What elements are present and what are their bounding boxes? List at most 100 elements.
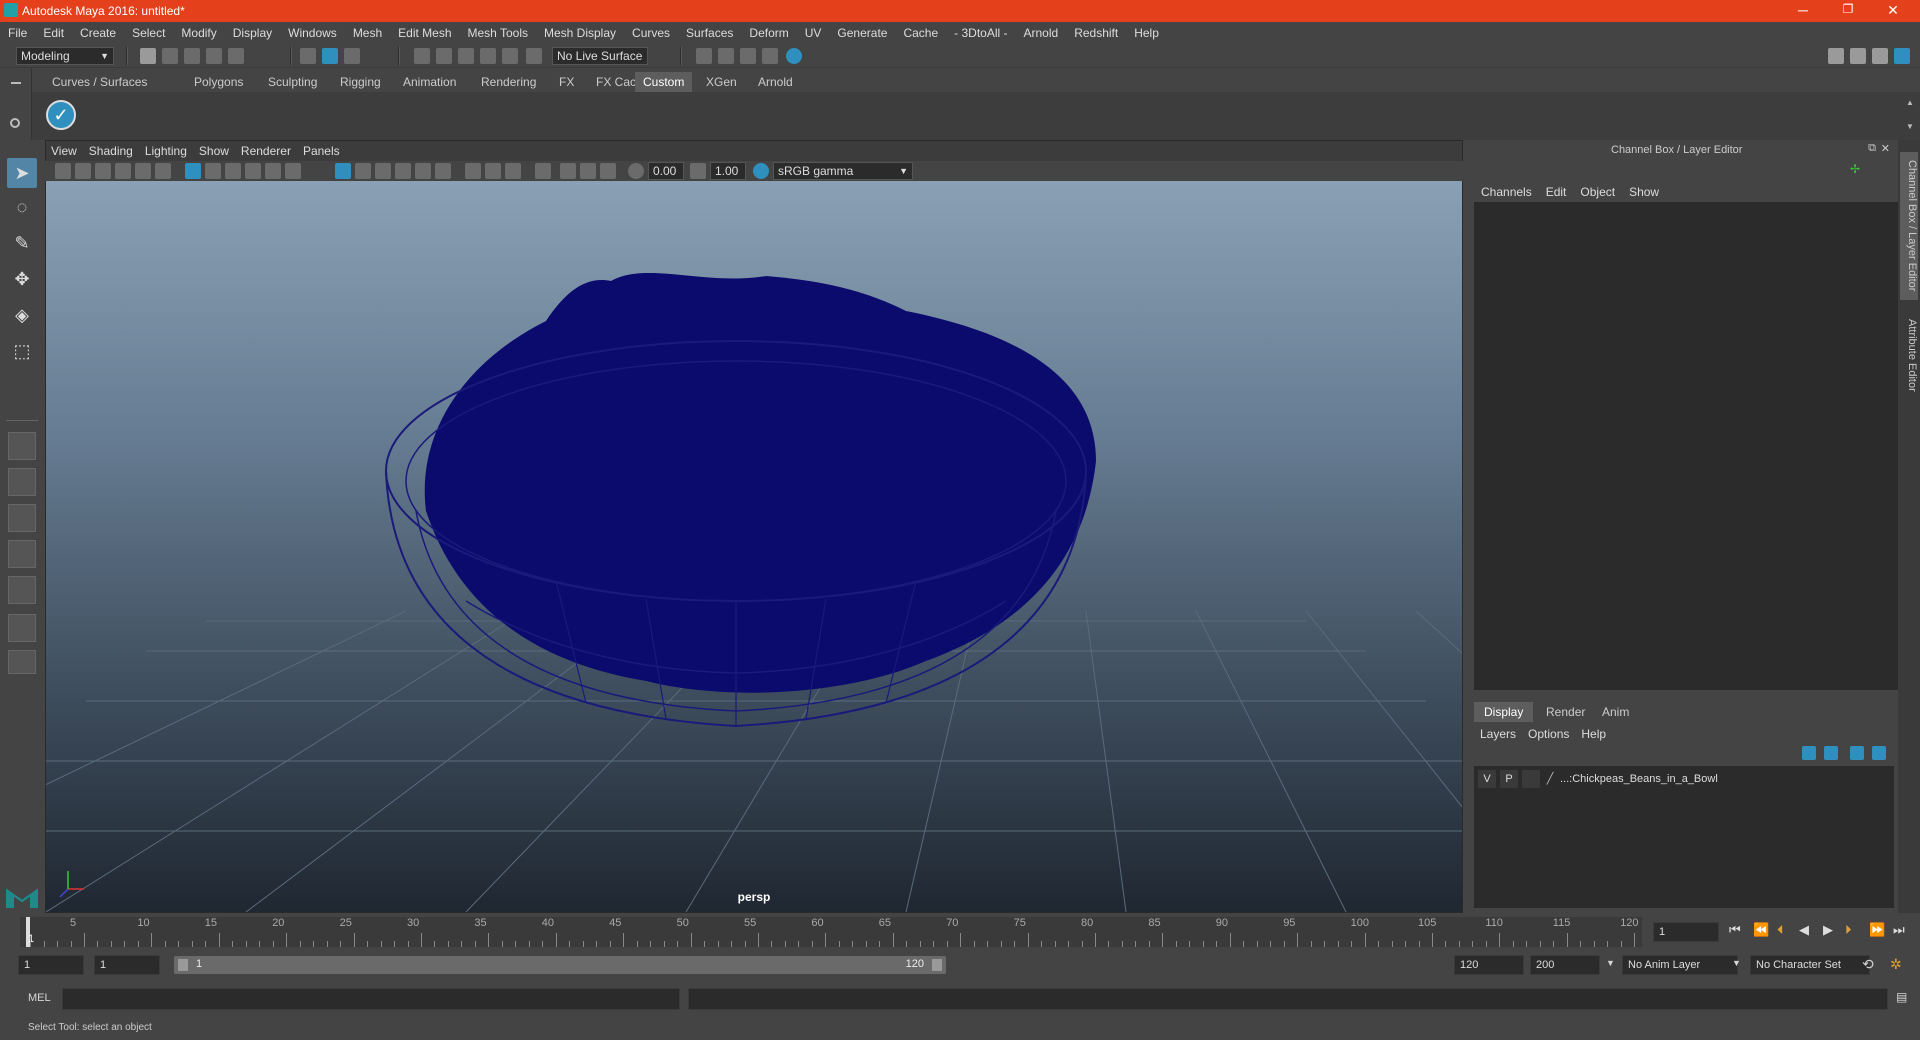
viewport-menu-renderer[interactable]: Renderer — [235, 141, 297, 161]
field-chart-icon[interactable] — [265, 163, 281, 179]
menu-curves[interactable]: Curves — [624, 22, 678, 44]
range-start-handle[interactable] — [178, 959, 188, 971]
screen-space-ao-icon[interactable] — [465, 163, 481, 179]
isolate-select-icon[interactable] — [535, 163, 551, 179]
animation-end-field[interactable]: 200 — [1530, 955, 1600, 975]
command-input[interactable] — [62, 988, 680, 1010]
move-layer-down-icon[interactable] — [1824, 746, 1838, 760]
menu-windows[interactable]: Windows — [280, 22, 345, 44]
scale-tool[interactable]: ⬚ — [7, 336, 37, 366]
layer-tab-display[interactable]: Display — [1474, 702, 1534, 722]
play-backward-icon[interactable]: ◀ — [1799, 922, 1809, 938]
lasso-tool[interactable]: ◌ — [7, 192, 37, 222]
new-scene-icon[interactable] — [140, 48, 156, 64]
cb-menu-channels[interactable]: Channels — [1474, 182, 1539, 202]
redo-icon[interactable] — [228, 48, 244, 64]
menu-deform[interactable]: Deform — [741, 22, 796, 44]
wireframe-icon[interactable] — [335, 163, 351, 179]
move-tool[interactable]: ✥ — [7, 264, 37, 294]
workspace-icon[interactable] — [1828, 48, 1844, 64]
gamma-field[interactable]: 1.00 — [710, 162, 746, 180]
shadows-icon[interactable] — [435, 163, 451, 179]
menu-create[interactable]: Create — [72, 22, 124, 44]
shelf-settings-icon[interactable] — [10, 118, 20, 128]
shelf-tab-rendering[interactable]: Rendering — [473, 72, 544, 92]
cb-menu-show[interactable]: Show — [1622, 182, 1666, 202]
live-surface-field[interactable]: No Live Surface — [552, 47, 648, 65]
viewport-menu-shading[interactable]: Shading — [83, 141, 139, 161]
2d-pan-zoom-icon[interactable] — [135, 163, 151, 179]
minimize-button[interactable]: ─ — [1783, 2, 1823, 20]
menu-mesh-tools[interactable]: Mesh Tools — [460, 22, 536, 44]
shelf-tab-xgen[interactable]: XGen — [698, 72, 745, 92]
layer-menu-layers[interactable]: Layers — [1474, 724, 1522, 744]
gate-mask-icon[interactable] — [245, 163, 261, 179]
play-forward-icon[interactable]: ▶ — [1823, 922, 1833, 938]
chevron-down-icon[interactable]: ▼ — [1732, 958, 1741, 968]
side-tab-attribute-editor[interactable]: Attribute Editor — [1900, 310, 1918, 400]
close-button[interactable]: ✕ — [1873, 2, 1913, 20]
menu-mesh-display[interactable]: Mesh Display — [536, 22, 624, 44]
channel-box-area[interactable] — [1474, 202, 1898, 690]
use-all-lights-icon[interactable] — [415, 163, 431, 179]
persp-outliner-layout-icon[interactable] — [8, 576, 36, 604]
shelf-scroll-up-icon[interactable]: ▲ — [1906, 98, 1914, 107]
shelf-tab-curves-surfaces[interactable]: Curves / Surfaces — [44, 72, 155, 92]
tool-settings-toggle-icon[interactable] — [1872, 48, 1888, 64]
shelf-tab-fx[interactable]: FX — [551, 72, 582, 92]
select-component-icon[interactable] — [344, 48, 360, 64]
shelf-scroll-down-icon[interactable]: ▼ — [1906, 122, 1914, 131]
anim-layer-dropdown[interactable]: No Anim Layer — [1622, 955, 1738, 975]
viewport-menu-lighting[interactable]: Lighting — [139, 141, 193, 161]
gamma-icon[interactable] — [690, 163, 706, 179]
exposure-field[interactable]: 0.00 — [648, 162, 684, 180]
four-pane-layout-icon[interactable] — [8, 468, 36, 496]
paint-select-tool[interactable]: ✎ — [7, 228, 37, 258]
snap-surface-icon[interactable] — [502, 48, 518, 64]
camera-select-icon[interactable] — [55, 163, 71, 179]
cb-menu-object[interactable]: Object — [1573, 182, 1622, 202]
hypershade-layout-icon[interactable] — [8, 614, 36, 642]
3d-viewport[interactable]: persp — [46, 181, 1462, 912]
undo-icon[interactable] — [206, 48, 222, 64]
go-to-end-icon[interactable]: ⏭ — [1893, 922, 1905, 938]
menu-redshift[interactable]: Redshift — [1066, 22, 1126, 44]
shelf-menu-icon[interactable] — [11, 82, 21, 84]
animation-preferences-icon[interactable]: ✲ — [1890, 956, 1902, 973]
move-layer-up-icon[interactable] — [1802, 746, 1816, 760]
select-hierarchy-icon[interactable] — [300, 48, 316, 64]
close-panel-icon[interactable]: ✕ — [1881, 142, 1890, 155]
float-panel-icon[interactable]: ⧉ — [1868, 142, 1876, 155]
smooth-shade-icon[interactable] — [355, 163, 371, 179]
render-current-icon[interactable] — [740, 48, 756, 64]
menu-edit[interactable]: Edit — [35, 22, 72, 44]
select-object-icon[interactable] — [322, 48, 338, 64]
menu-generate[interactable]: Generate — [829, 22, 895, 44]
viewport-menu-panels[interactable]: Panels — [297, 141, 346, 161]
side-tab-channel-box[interactable]: Channel Box / Layer Editor — [1900, 152, 1918, 300]
layer-visibility-toggle[interactable]: V — [1478, 770, 1496, 788]
side-by-side-layout-icon[interactable] — [8, 504, 36, 532]
menu-arnold[interactable]: Arnold — [1016, 22, 1067, 44]
menu-file[interactable]: File — [0, 22, 35, 44]
menu-mesh[interactable]: Mesh — [345, 22, 390, 44]
new-empty-layer-icon[interactable] — [1850, 746, 1864, 760]
menu-modify[interactable]: Modify — [173, 22, 224, 44]
viewport-menu-show[interactable]: Show — [193, 141, 235, 161]
step-back-frame-icon[interactable]: ⏪ — [1753, 922, 1769, 938]
image-plane-icon[interactable] — [115, 163, 131, 179]
layer-name[interactable]: ...:Chickpeas_Beans_in_a_Bowl — [1560, 770, 1760, 788]
time-ruler[interactable]: 1 5 10 15 20 25 30 35 40 45 50 55 60 65 70 75 80 85 90 95 1… — [20, 917, 1642, 947]
shelf-tab-arnold[interactable]: Arnold — [750, 72, 801, 92]
layer-tab-render[interactable]: Render — [1536, 702, 1595, 722]
menu-help[interactable]: Help — [1126, 22, 1167, 44]
bookmark-icon[interactable] — [95, 163, 111, 179]
shelf-tab-animation[interactable]: Animation — [395, 72, 464, 92]
render-settings-icon[interactable] — [696, 48, 712, 64]
snap-view-plane-icon[interactable] — [480, 48, 496, 64]
snap-curve-icon[interactable] — [436, 48, 452, 64]
layer-tab-anim[interactable]: Anim — [1592, 702, 1639, 722]
exposure-icon[interactable] — [628, 163, 644, 179]
menu-uv[interactable]: UV — [797, 22, 830, 44]
motion-blur-icon[interactable] — [485, 163, 501, 179]
